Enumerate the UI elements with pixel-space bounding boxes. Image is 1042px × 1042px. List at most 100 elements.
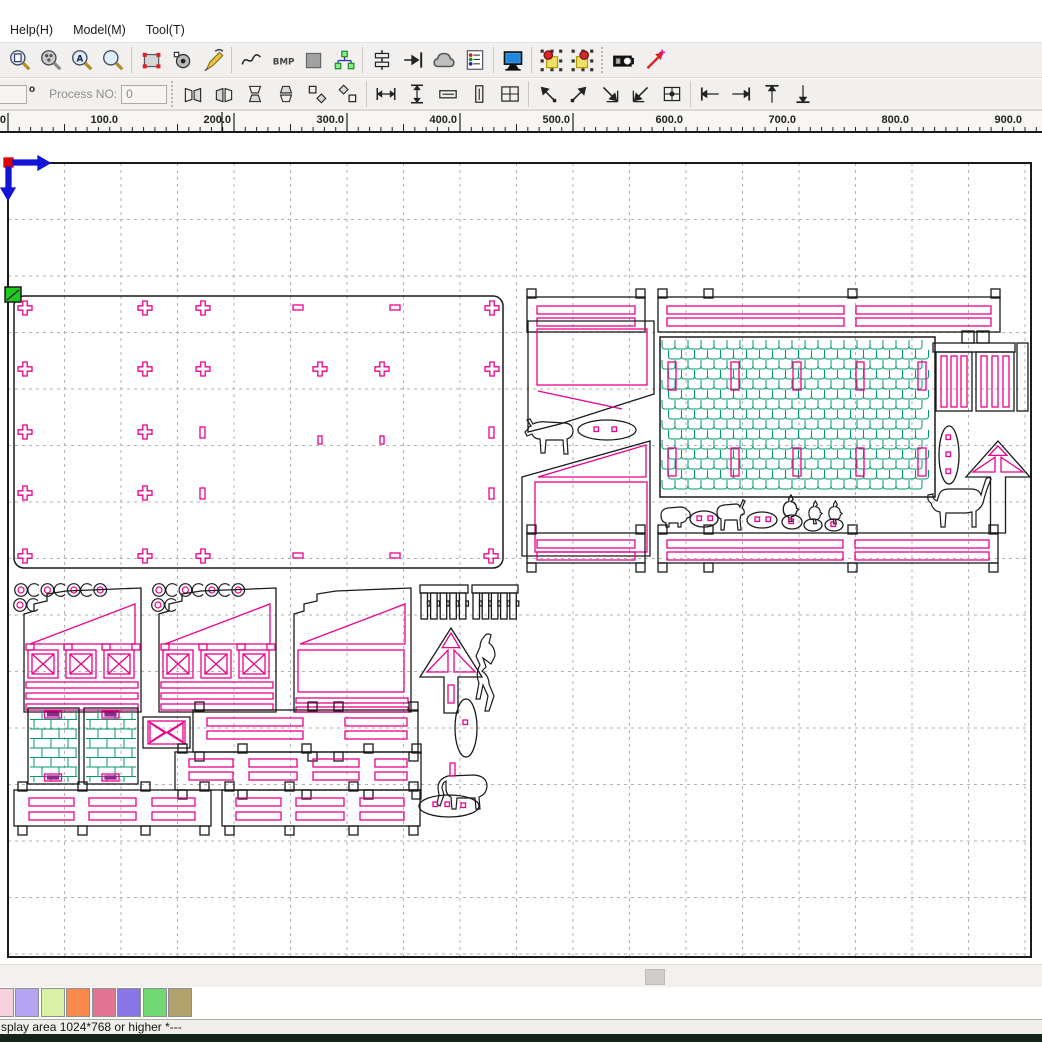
comb-rack[interactable] — [420, 585, 468, 619]
palette-swatch-6[interactable] — [143, 988, 167, 1017]
btn-simulate-1[interactable] — [535, 45, 566, 75]
btn-zoom-bitmap[interactable] — [35, 45, 66, 75]
fence-long-2[interactable] — [222, 782, 420, 835]
btn-same-height[interactable] — [401, 79, 432, 109]
btn-mirror-h-1[interactable] — [177, 79, 208, 109]
btn-draw-pen[interactable] — [197, 45, 228, 75]
marks-oval[interactable] — [747, 512, 777, 528]
origin-marker[interactable] — [4, 158, 13, 167]
palette-swatch-2[interactable] — [41, 988, 65, 1017]
btn-laser-device[interactable] — [607, 45, 638, 75]
btn-fill-square[interactable] — [297, 45, 328, 75]
btn-param-slider[interactable] — [366, 45, 397, 75]
shed-roof[interactable] — [522, 441, 650, 556]
brick-wall[interactable] — [28, 708, 79, 784]
hinge-circles[interactable] — [152, 599, 176, 612]
menu-item-help-h-[interactable]: Help(H) — [0, 20, 63, 37]
btn-bmp-tool[interactable]: BMP — [266, 45, 297, 75]
btn-zoom-window[interactable] — [4, 45, 35, 75]
brick-wall[interactable] — [84, 708, 138, 784]
shed-roof-panel[interactable] — [535, 482, 647, 552]
plate-cross-slots[interactable] — [18, 301, 499, 563]
fence-bottom-1[interactable] — [527, 525, 645, 572]
btn-mirror-d-2[interactable] — [332, 79, 363, 109]
btn-align-grid[interactable] — [494, 79, 525, 109]
x-axis-arrow[interactable] — [13, 156, 50, 170]
crate-bowtie[interactable] — [143, 717, 190, 748]
ladder-bars[interactable] — [941, 356, 1009, 407]
ladder-frame[interactable] — [976, 352, 1014, 411]
btn-move-to-origin[interactable] — [397, 45, 428, 75]
btn-center-grid[interactable] — [656, 79, 687, 109]
pig-cutout[interactable] — [661, 507, 690, 527]
scrollbar-thumb[interactable] — [645, 969, 665, 985]
btn-mirror-v-1[interactable] — [239, 79, 270, 109]
goat-cutout[interactable] — [717, 500, 745, 530]
roof-shingle-panel[interactable] — [660, 337, 935, 497]
horizontal-scrollbar[interactable] — [0, 964, 1042, 987]
btn-corner-br[interactable] — [594, 79, 625, 109]
btn-corner-tl[interactable] — [532, 79, 563, 109]
palette-swatch-7[interactable] — [168, 988, 192, 1017]
ladder-top[interactable] — [933, 343, 1015, 352]
chicken-cutout[interactable] — [783, 495, 798, 521]
btn-node-tree[interactable] — [328, 45, 359, 75]
marks-oval[interactable] — [804, 519, 822, 531]
tree-sign[interactable] — [420, 628, 482, 713]
ladder-side[interactable] — [1017, 343, 1028, 411]
btn-work-list[interactable] — [459, 45, 490, 75]
barn-wall-windows[interactable] — [24, 588, 141, 712]
process-no-input[interactable] — [121, 85, 167, 104]
btn-mirror-v-2[interactable] — [270, 79, 301, 109]
fence-bottom-2[interactable] — [658, 525, 998, 572]
cow-cutout[interactable] — [525, 419, 573, 454]
btn-zoom-view[interactable] — [97, 45, 128, 75]
marks-oval[interactable] — [939, 426, 959, 484]
palette-swatch-1[interactable] — [15, 988, 39, 1017]
palette-swatch-3[interactable] — [66, 988, 90, 1017]
btn-mirror-h-2[interactable] — [208, 79, 239, 109]
rotate-angle-input[interactable] — [0, 85, 27, 104]
btn-draw-curve[interactable] — [235, 45, 266, 75]
btn-corner-bl[interactable] — [625, 79, 656, 109]
btn-preview-monitor[interactable] — [497, 45, 528, 75]
marks-oval[interactable] — [578, 420, 636, 440]
drawing-canvas[interactable] — [0, 0, 1042, 1042]
btn-move-top[interactable] — [756, 79, 787, 109]
btn-select-rect[interactable] — [135, 45, 166, 75]
fence-mid-2[interactable] — [175, 744, 421, 799]
btn-mirror-d-1[interactable] — [301, 79, 332, 109]
shed-window[interactable] — [537, 329, 647, 385]
btn-move-left[interactable] — [694, 79, 725, 109]
btn-align-h-rect[interactable] — [432, 79, 463, 109]
menu-item-model-m-[interactable]: Model(M) — [63, 20, 136, 37]
btn-zoom-all[interactable]: A — [66, 45, 97, 75]
marks-oval[interactable] — [419, 795, 479, 817]
btn-move-bottom[interactable] — [787, 79, 818, 109]
fence-top-2[interactable] — [658, 289, 1000, 332]
shed-wall[interactable] — [528, 321, 654, 432]
palette-swatch-4[interactable] — [92, 988, 116, 1017]
btn-corner-tr[interactable] — [563, 79, 594, 109]
btn-output-device[interactable] — [428, 45, 459, 75]
comb-rack[interactable] — [472, 585, 519, 619]
plate-slot-rects[interactable] — [318, 436, 384, 444]
fence-long-1[interactable] — [14, 782, 211, 835]
btn-node-edit[interactable] — [166, 45, 197, 75]
barn-wall-windows[interactable] — [159, 588, 276, 712]
btn-align-v-rect[interactable] — [463, 79, 494, 109]
fence-top-1[interactable] — [527, 289, 645, 332]
btn-laser-position[interactable] — [638, 45, 669, 75]
chicken-cutout[interactable] — [809, 501, 822, 524]
btn-simulate-2[interactable] — [566, 45, 597, 75]
horse-slot[interactable] — [450, 763, 455, 776]
menu-item-tool-t-[interactable]: Tool(T) — [136, 20, 195, 37]
palette-swatch-0[interactable] — [0, 988, 14, 1017]
base-plate[interactable] — [14, 296, 503, 568]
shed-slant[interactable] — [538, 391, 622, 409]
btn-move-right[interactable] — [725, 79, 756, 109]
btn-same-width[interactable] — [370, 79, 401, 109]
barn-wall-plain[interactable] — [294, 588, 411, 712]
palette-swatch-5[interactable] — [117, 988, 141, 1017]
y-axis-arrow[interactable] — [1, 167, 15, 200]
